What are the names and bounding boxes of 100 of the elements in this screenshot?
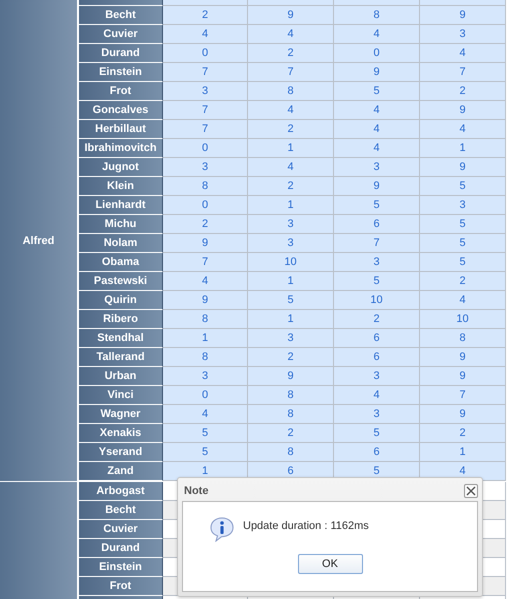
table-cell: 3 xyxy=(163,82,248,101)
table-cell: 0 xyxy=(163,44,248,63)
table-cell: 7 xyxy=(248,63,334,82)
table-cell: 7 xyxy=(163,253,248,272)
dialog-title: Note xyxy=(183,484,208,496)
row-header: Becht xyxy=(79,6,163,25)
table-cell: 5 xyxy=(163,424,248,443)
row-header: Frot xyxy=(79,82,163,101)
row-header: Quirin xyxy=(79,291,163,310)
table-cell: 6 xyxy=(334,215,420,234)
table-cell: 9 xyxy=(420,348,506,367)
table-cell: 7 xyxy=(163,101,248,120)
row-header: Durand xyxy=(79,539,163,558)
table-cell: 2 xyxy=(420,82,506,101)
table-cell: 4 xyxy=(334,25,420,44)
table-cell: 8 xyxy=(163,310,248,329)
row-header: Einstein xyxy=(79,63,163,82)
table-cell: 2 xyxy=(420,424,506,443)
table-cell: 6 xyxy=(334,329,420,348)
table-cell: 2 xyxy=(248,424,334,443)
table-cell: 4 xyxy=(248,101,334,120)
table-cell: 9 xyxy=(248,367,334,386)
group-label: Alfred xyxy=(22,234,54,246)
table-cell: 4 xyxy=(334,139,420,158)
table-cell: 8 xyxy=(248,443,334,462)
row-header: Pastewski xyxy=(79,272,163,291)
row-header: Herbillaut xyxy=(79,120,163,139)
row-header: Yserand xyxy=(79,443,163,462)
table-cell: 9 xyxy=(334,177,420,196)
table-cell: 2 xyxy=(334,310,420,329)
table-cell: 1 xyxy=(163,329,248,348)
table-cell: 4 xyxy=(334,120,420,139)
table-cell: 4 xyxy=(163,272,248,291)
row-header: Zand xyxy=(79,462,163,481)
table-cell: 7 xyxy=(420,386,506,405)
table-cell: 4 xyxy=(334,386,420,405)
table-cell: 9 xyxy=(420,367,506,386)
row-header: Jugnot xyxy=(79,158,163,177)
table-cell: 5 xyxy=(420,253,506,272)
row-header: Ibrahimovitch xyxy=(79,139,163,158)
table-cell: 7 xyxy=(334,234,420,253)
table-cell: 4 xyxy=(420,291,506,310)
table-cell: 9 xyxy=(163,291,248,310)
close-icon xyxy=(466,486,476,496)
table-cell: 3 xyxy=(334,158,420,177)
table-cell: 0 xyxy=(163,196,248,215)
table-cell: 10 xyxy=(334,291,420,310)
table-cell: 2 xyxy=(163,6,248,25)
table-cell: 4 xyxy=(420,120,506,139)
table-cell: 7 xyxy=(163,120,248,139)
table-cell: 1 xyxy=(420,139,506,158)
table-cell: 3 xyxy=(248,329,334,348)
table-cell: 8 xyxy=(248,82,334,101)
table-cell: 9 xyxy=(420,101,506,120)
table-cell: 8 xyxy=(248,386,334,405)
table-cell: 4 xyxy=(163,405,248,424)
table-cell: 3 xyxy=(248,215,334,234)
table-cell: 2 xyxy=(248,177,334,196)
ok-button[interactable]: OK xyxy=(298,554,362,574)
row-header: Cuvier xyxy=(79,25,163,44)
table-cell: 10 xyxy=(248,253,334,272)
table-cell: 9 xyxy=(163,234,248,253)
table-cell: 8 xyxy=(334,6,420,25)
row-header: Durand xyxy=(79,44,163,63)
row-header: Wagner xyxy=(79,405,163,424)
table-cell: 4 xyxy=(334,101,420,120)
row-header: Tallerand xyxy=(79,348,163,367)
table-cell: 5 xyxy=(420,177,506,196)
row-header: Ribero xyxy=(79,310,163,329)
table-cell: 1 xyxy=(248,272,334,291)
table-cell: 1 xyxy=(248,196,334,215)
table-cell: 3 xyxy=(163,367,248,386)
table-cell: 5 xyxy=(248,291,334,310)
table-cell: 8 xyxy=(248,405,334,424)
table-cell: 8 xyxy=(420,329,506,348)
table-cell: 5 xyxy=(420,234,506,253)
table-cell: 3 xyxy=(420,25,506,44)
table-cell: 0 xyxy=(334,44,420,63)
row-header: Urban xyxy=(79,367,163,386)
table-cell: 3 xyxy=(334,367,420,386)
table-cell: 2 xyxy=(420,272,506,291)
row-header: Nolam xyxy=(79,234,163,253)
table-cell: 9 xyxy=(420,6,506,25)
table-cell: 1 xyxy=(248,310,334,329)
row-header: Obama xyxy=(79,253,163,272)
table-cell: 4 xyxy=(248,158,334,177)
row-header: Michu xyxy=(79,215,163,234)
table-cell: 5 xyxy=(334,82,420,101)
row-header: Lienhardt xyxy=(79,196,163,215)
close-button[interactable] xyxy=(464,484,478,498)
row-header: Arbogast xyxy=(79,482,163,501)
table-cell: 5 xyxy=(334,196,420,215)
table-cell: 3 xyxy=(420,196,506,215)
dialog-message: Update duration : 1162ms xyxy=(243,519,369,532)
table-cell: 5 xyxy=(163,443,248,462)
row-header: Becht xyxy=(79,501,163,520)
table-cell: 2 xyxy=(248,120,334,139)
table-cell: 7 xyxy=(163,63,248,82)
table-cell: 6 xyxy=(334,443,420,462)
table-cell: 9 xyxy=(334,63,420,82)
